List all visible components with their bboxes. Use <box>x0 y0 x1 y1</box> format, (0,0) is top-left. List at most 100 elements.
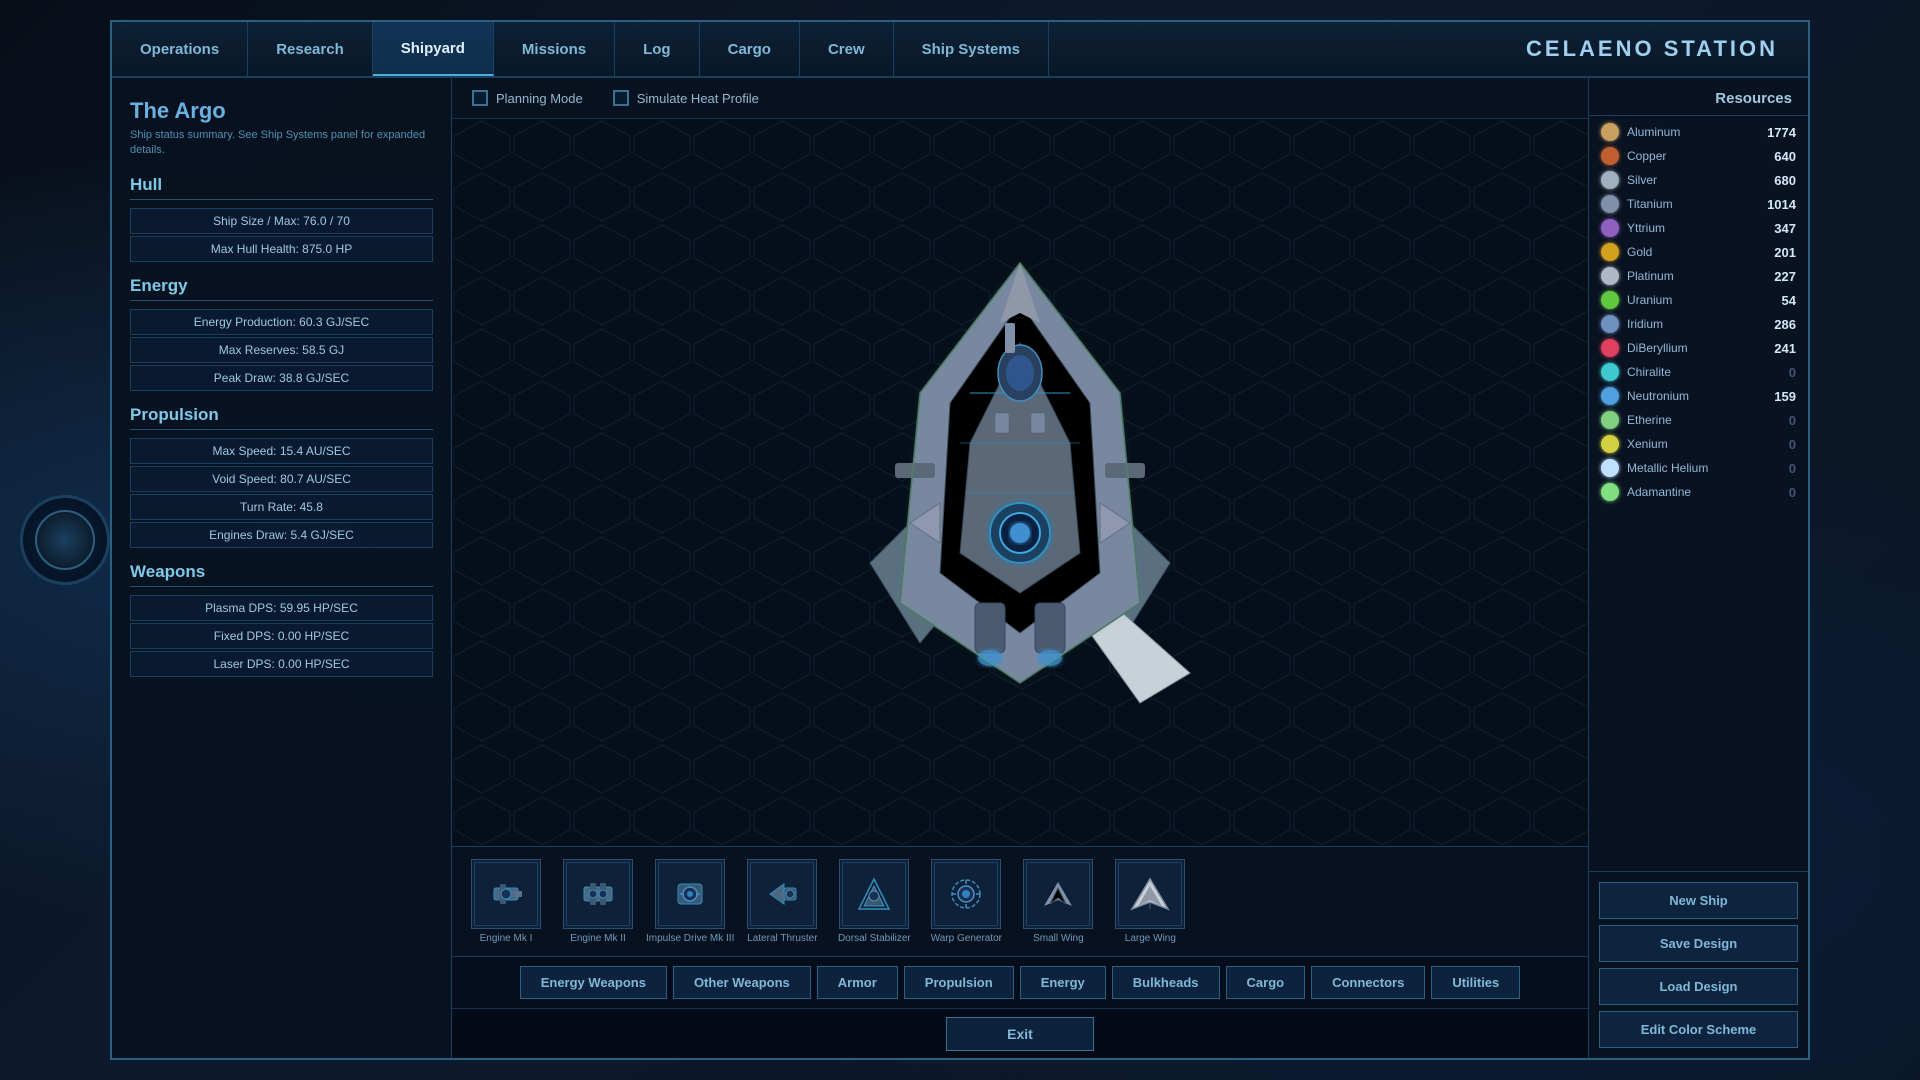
component-label-small-wing: Small Wing <box>1033 933 1084 945</box>
simulate-heat-box[interactable] <box>613 90 629 106</box>
planning-mode-box[interactable] <box>472 90 488 106</box>
stat-max-reserves: Max Reserves: 58.5 GJ <box>130 337 433 363</box>
resource-name-label: DiBeryllium <box>1627 341 1753 355</box>
stat-energy-production: Energy Production: 60.3 GJ/SEC <box>130 309 433 335</box>
resource-name-label: Yttrium <box>1627 221 1753 235</box>
tab-research[interactable]: Research <box>248 22 373 76</box>
cat-energy-weapons[interactable]: Energy Weapons <box>520 966 667 999</box>
resource-value-label: 0 <box>1761 437 1796 452</box>
simulate-heat-checkbox[interactable]: Simulate Heat Profile <box>613 90 759 106</box>
resource-icon-silver <box>1601 171 1619 189</box>
component-label-lateral-thruster: Lateral Thruster <box>747 933 817 945</box>
stat-engines-draw: Engines Draw: 5.4 GJ/SEC <box>130 522 433 548</box>
resource-icon-iridium <box>1601 315 1619 333</box>
resource-value-label: 347 <box>1761 221 1796 236</box>
resource-icon-titanium <box>1601 195 1619 213</box>
resource-row-platinum: Platinum227 <box>1589 264 1808 288</box>
tab-log[interactable]: Log <box>615 22 700 76</box>
resource-value-label: 201 <box>1761 245 1796 260</box>
cat-armor[interactable]: Armor <box>817 966 898 999</box>
resource-icon-yttrium <box>1601 219 1619 237</box>
component-warp-generator[interactable]: Warp Generator <box>922 859 1010 945</box>
resource-icon-xenium <box>1601 435 1619 453</box>
resource-value-label: 241 <box>1761 341 1796 356</box>
component-engine-mk1[interactable]: Engine Mk I <box>462 859 550 945</box>
resource-row-chiralite: Chiralite0 <box>1589 360 1808 384</box>
tab-cargo[interactable]: Cargo <box>700 22 800 76</box>
component-icon-warp-generator <box>931 859 1001 929</box>
component-label-engine-mk2: Engine Mk II <box>570 933 626 945</box>
right-panel: Resources Aluminum1774Copper640Silver680… <box>1588 78 1808 1058</box>
resource-name-label: Copper <box>1627 149 1753 163</box>
resource-value-label: 54 <box>1761 293 1796 308</box>
exit-button[interactable]: Exit <box>946 1017 1094 1051</box>
stat-turn-rate: Turn Rate: 45.8 <box>130 494 433 520</box>
component-lateral-thruster[interactable]: Lateral Thruster <box>738 859 826 945</box>
tab-missions[interactable]: Missions <box>494 22 615 76</box>
resources-header: Resources <box>1589 78 1808 116</box>
ship-view[interactable] <box>452 119 1588 846</box>
edit-color-button[interactable]: Edit Color Scheme <box>1599 1011 1798 1048</box>
stat-void-speed: Void Speed: 80.7 AU/SEC <box>130 466 433 492</box>
ship-name: The Argo <box>130 98 433 124</box>
resource-value-label: 1014 <box>1761 197 1796 212</box>
resource-row-titanium: Titanium 1014 <box>1589 192 1808 216</box>
component-impulse-mk3[interactable]: Impulse Drive Mk III <box>646 859 734 945</box>
cat-bulkheads[interactable]: Bulkheads <box>1112 966 1220 999</box>
tab-crew[interactable]: Crew <box>800 22 894 76</box>
component-icon-small-wing <box>1023 859 1093 929</box>
tab-shipyard[interactable]: Shipyard <box>373 22 494 76</box>
tab-ship-systems[interactable]: Ship Systems <box>894 22 1049 76</box>
component-small-wing[interactable]: Small Wing <box>1014 859 1102 945</box>
component-label-engine-mk1: Engine Mk I <box>480 933 533 945</box>
resource-name-label: Metallic Helium <box>1627 461 1753 475</box>
cat-utilities[interactable]: Utilities <box>1431 966 1520 999</box>
category-bar: Energy Weapons Other Weapons Armor Propu… <box>452 956 1588 1008</box>
resource-icon-copper <box>1601 147 1619 165</box>
stat-plasma-dps: Plasma DPS: 59.95 HP/SEC <box>130 595 433 621</box>
resource-value-label: 227 <box>1761 269 1796 284</box>
component-label-impulse-mk3: Impulse Drive Mk III <box>646 933 734 945</box>
resource-name-label: Gold <box>1627 245 1753 259</box>
ship-image <box>810 243 1230 723</box>
cat-energy[interactable]: Energy <box>1020 966 1106 999</box>
resources-list: Aluminum1774Copper640Silver680Titanium10… <box>1589 116 1808 871</box>
energy-header: Energy <box>130 276 433 301</box>
new-ship-button[interactable]: New Ship <box>1599 882 1798 919</box>
resource-value-label: 0 <box>1761 461 1796 476</box>
exit-bar: Exit <box>452 1008 1588 1058</box>
resource-name-label: Titanium <box>1627 197 1753 211</box>
cat-other-weapons[interactable]: Other Weapons <box>673 966 811 999</box>
resource-row-gold: Gold 201 <box>1589 240 1808 264</box>
resource-name-label: Uranium <box>1627 293 1753 307</box>
component-icon-lateral-thruster <box>747 859 817 929</box>
component-large-wing[interactable]: Large Wing <box>1106 859 1194 945</box>
resource-row-iridium: Iridium286 <box>1589 312 1808 336</box>
resource-icon-chiralite <box>1601 363 1619 381</box>
component-icon-engine-mk1 <box>471 859 541 929</box>
cat-connectors[interactable]: Connectors <box>1311 966 1425 999</box>
tab-operations[interactable]: Operations <box>112 22 248 76</box>
save-design-button[interactable]: Save Design <box>1599 925 1798 962</box>
load-design-button[interactable]: Load Design <box>1599 968 1798 1005</box>
resource-icon-adamantine <box>1601 483 1619 501</box>
stat-max-speed: Max Speed: 15.4 AU/SEC <box>130 438 433 464</box>
component-icon-large-wing <box>1115 859 1185 929</box>
propulsion-header: Propulsion <box>130 405 433 430</box>
ship-subtitle: Ship status summary. See Ship Systems pa… <box>130 128 433 159</box>
resource-value-label: 159 <box>1761 389 1796 404</box>
resource-row-neutronium: Neutronium159 <box>1589 384 1808 408</box>
resource-row-adamantine: Adamantine0 <box>1589 480 1808 504</box>
planning-mode-checkbox[interactable]: Planning Mode <box>472 90 583 106</box>
cat-propulsion[interactable]: Propulsion <box>904 966 1014 999</box>
component-label-warp-generator: Warp Generator <box>931 933 1002 945</box>
component-dorsal-stabilizer[interactable]: Dorsal Stabilizer <box>830 859 918 945</box>
cat-cargo[interactable]: Cargo <box>1226 966 1306 999</box>
resource-value-label: 1774 <box>1761 125 1796 140</box>
action-buttons: New Ship Save Design Load Design Edit Co… <box>1589 871 1808 1058</box>
resource-name-label: Iridium <box>1627 317 1753 331</box>
component-engine-mk2[interactable]: Engine Mk II <box>554 859 642 945</box>
resource-row-metallic-helium: Metallic Helium 0 <box>1589 456 1808 480</box>
stat-ship-size: Ship Size / Max: 76.0 / 70 <box>130 208 433 234</box>
resource-row-yttrium: Yttrium 347 <box>1589 216 1808 240</box>
